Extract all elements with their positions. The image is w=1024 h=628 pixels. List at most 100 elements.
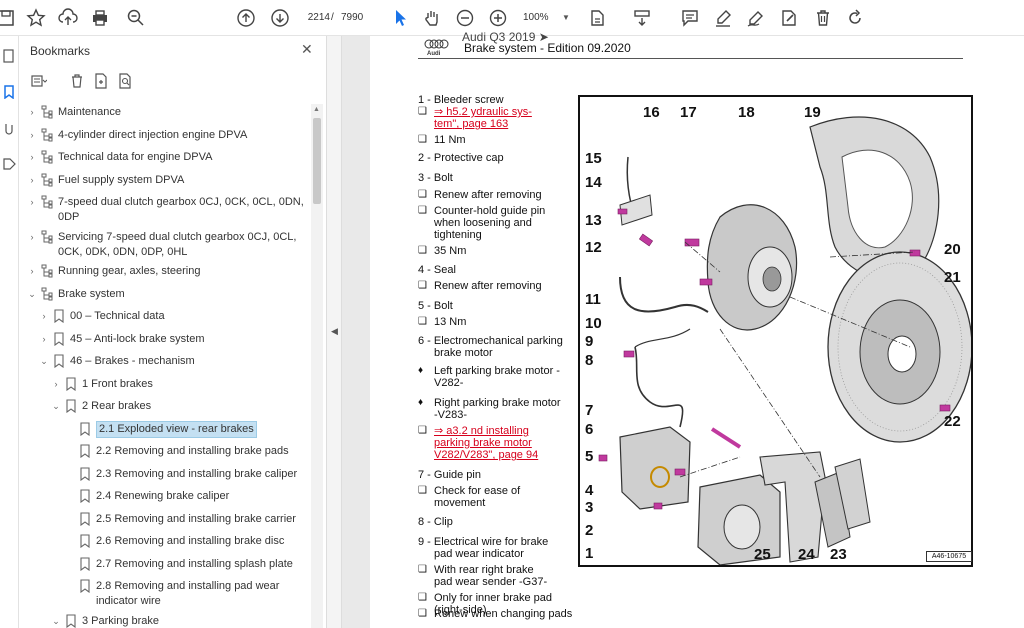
bookmark-item[interactable]: 2.4 Renewing brake caliper xyxy=(19,489,310,504)
callout-5: 5 xyxy=(585,448,593,465)
tag-icon[interactable] xyxy=(0,154,18,174)
bookmark-item[interactable]: › 45 – Anti-lock brake system xyxy=(19,331,310,347)
bookmark-item[interactable]: › Running gear, axles, steering xyxy=(19,264,310,279)
parts-list-line: ❑ Check for ease of xyxy=(418,485,580,497)
scroll-thumb[interactable] xyxy=(313,118,321,204)
options-menu-icon[interactable] xyxy=(29,70,49,92)
cross-reference-link[interactable]: parking brake motor xyxy=(418,437,580,449)
chevron-right-icon[interactable]: › xyxy=(39,309,49,324)
zoom-search-icon[interactable] xyxy=(124,6,148,30)
bookmark-item[interactable]: 2.6 Removing and installing brake disc xyxy=(19,534,310,549)
highlight-icon[interactable] xyxy=(711,6,735,30)
page-number-input[interactable]: 2214 xyxy=(300,8,330,28)
chevron-right-icon[interactable]: › xyxy=(51,377,61,392)
cross-reference-link[interactable]: ❑ ⇒ a3.2 nd installing xyxy=(418,425,580,437)
line-text: parking brake motor xyxy=(434,437,532,449)
chevron-down-icon[interactable]: ⌄ xyxy=(51,399,61,414)
bookmark-item[interactable]: › Fuel supply system DPVA xyxy=(19,173,310,188)
scroll-mode-icon[interactable] xyxy=(630,6,654,30)
chevron-down-icon[interactable]: ⌄ xyxy=(27,287,37,302)
line-text: 9 - Electrical wire for brake xyxy=(418,536,549,548)
line-text: pad wear sender -G37- xyxy=(434,576,548,588)
chevron-right-icon[interactable]: › xyxy=(39,332,49,347)
bookmark-item[interactable]: 2.8 Removing and installing pad wear indi… xyxy=(19,579,310,609)
fit-page-icon[interactable] xyxy=(586,6,610,30)
bookmark-item[interactable]: ⌄ 2 Rear brakes xyxy=(19,399,310,414)
comment-icon[interactable] xyxy=(678,6,702,30)
bookmark-label: 2.3 Removing and installing brake calipe… xyxy=(96,467,298,480)
chevron-right-icon[interactable]: › xyxy=(27,230,37,245)
bookmark-item[interactable]: › 00 – Technical data xyxy=(19,309,310,324)
bookmark-tree: › Maintenance › 4-cylinder direct injection… xyxy=(19,104,310,628)
cross-reference-link[interactable]: V282/V283", page 94 xyxy=(418,449,580,461)
checkbox-bullet-icon: ❑ xyxy=(418,608,427,619)
collapse-panel-icon[interactable]: ◀ xyxy=(331,326,338,337)
bookmark-item[interactable]: ⌄ Brake system xyxy=(19,287,310,302)
bookmark-item[interactable]: ⌄ 46 – Brakes - mechanism xyxy=(19,354,310,369)
zoom-in-icon[interactable] xyxy=(486,6,510,30)
bookmarks-tab-icon[interactable] xyxy=(0,82,18,102)
scroll-up-icon[interactable]: ▲ xyxy=(313,106,320,113)
panel-splitter[interactable]: ◀ xyxy=(326,36,342,628)
bookmark-tools xyxy=(29,70,149,94)
callout-18: 18 xyxy=(738,104,755,121)
page-down-icon[interactable] xyxy=(268,6,292,30)
delete-icon[interactable] xyxy=(811,6,835,30)
attachments-icon[interactable] xyxy=(0,118,18,138)
checkbox-bullet-icon: ❑ xyxy=(418,425,427,436)
hand-icon[interactable] xyxy=(420,6,444,30)
bookmark-item[interactable]: › 4-cylinder direct injection engine DPVA xyxy=(19,128,310,143)
pages-thumbnail-icon[interactable] xyxy=(0,46,18,66)
cross-reference-link[interactable]: tem", page 163 xyxy=(418,118,580,130)
bookmark-item[interactable]: 2.3 Removing and installing brake calipe… xyxy=(19,466,310,482)
page-up-icon[interactable] xyxy=(234,6,258,30)
zoom-out-icon[interactable] xyxy=(453,6,477,30)
zoom-level[interactable]: 100% xyxy=(523,12,549,23)
bookmark-item[interactable]: › 1 Front brakes xyxy=(19,376,310,392)
doc-header-title: Brake system - Edition 09.2020 xyxy=(464,41,631,55)
callout-1: 1 xyxy=(585,545,593,562)
bookmark-label-line2: indicator wire xyxy=(96,595,161,607)
bookmark-icon xyxy=(79,466,91,481)
bookmark-item[interactable]: › Servicing 7-speed dual clutch gearbox 0… xyxy=(19,230,310,260)
chevron-down-icon[interactable]: ⌄ xyxy=(39,354,49,369)
bookmark-item[interactable]: › 7-speed dual clutch gearbox 0CJ, 0CK, 0… xyxy=(19,195,310,225)
parts-list-line: 1 - Bleeder screw xyxy=(418,94,580,106)
delete-bookmark-icon[interactable] xyxy=(67,70,87,92)
sign-icon[interactable] xyxy=(744,6,768,30)
callout-14: 14 xyxy=(585,174,602,191)
line-text: Renew after removing xyxy=(434,280,542,292)
find-bookmark-icon[interactable] xyxy=(115,70,135,92)
close-icon[interactable]: ✕ xyxy=(301,41,313,58)
line-text: 8 - Clip xyxy=(418,516,453,528)
bookmark-icon xyxy=(79,511,91,526)
rotate-icon[interactable] xyxy=(843,6,867,30)
cross-reference-link[interactable]: ❑ ⇒ h5.2 ydraulic sys- xyxy=(418,106,580,118)
save-icon[interactable] xyxy=(0,6,18,30)
bookmark-item[interactable]: 2.1 Exploded view - rear brakes xyxy=(19,420,310,438)
select-cursor-icon[interactable] xyxy=(388,6,412,30)
print-icon[interactable] xyxy=(88,6,112,30)
callout-10: 10 xyxy=(585,315,602,332)
bookmark-item[interactable]: 2.5 Removing and installing brake carrie… xyxy=(19,511,310,527)
chevron-right-icon[interactable]: › xyxy=(27,173,37,188)
chevron-right-icon[interactable]: › xyxy=(27,128,37,143)
bookmark-item[interactable]: ⌄ 3 Parking brake xyxy=(19,613,310,628)
chevron-right-icon[interactable]: › xyxy=(27,264,37,279)
bookmark-item[interactable]: 2.2 Removing and installing brake pads xyxy=(19,444,310,459)
chevron-down-icon[interactable]: ⌄ xyxy=(51,614,61,628)
chevron-right-icon[interactable]: › xyxy=(27,195,37,210)
add-bookmark-icon[interactable] xyxy=(91,70,111,92)
bookmark-star-icon[interactable] xyxy=(24,6,48,30)
bookmark-item[interactable]: › Technical data for engine DPVA xyxy=(19,150,310,165)
bookmark-label: Brake system xyxy=(58,287,125,300)
zoom-dropdown-icon[interactable]: ▼ xyxy=(562,13,570,22)
upload-icon[interactable] xyxy=(56,6,80,30)
edit-icon[interactable] xyxy=(777,6,801,30)
chevron-right-icon[interactable]: › xyxy=(27,105,37,120)
chevron-right-icon[interactable]: › xyxy=(27,150,37,165)
panel-scrollbar[interactable]: ▲ xyxy=(311,104,323,628)
bookmarks-panel: Bookmarks ✕ › Maintenance › 4-cylinder dire… xyxy=(19,36,326,628)
bookmark-item[interactable]: 2.7 Removing and installing splash plate xyxy=(19,556,310,572)
bookmark-item[interactable]: › Maintenance xyxy=(19,105,310,120)
